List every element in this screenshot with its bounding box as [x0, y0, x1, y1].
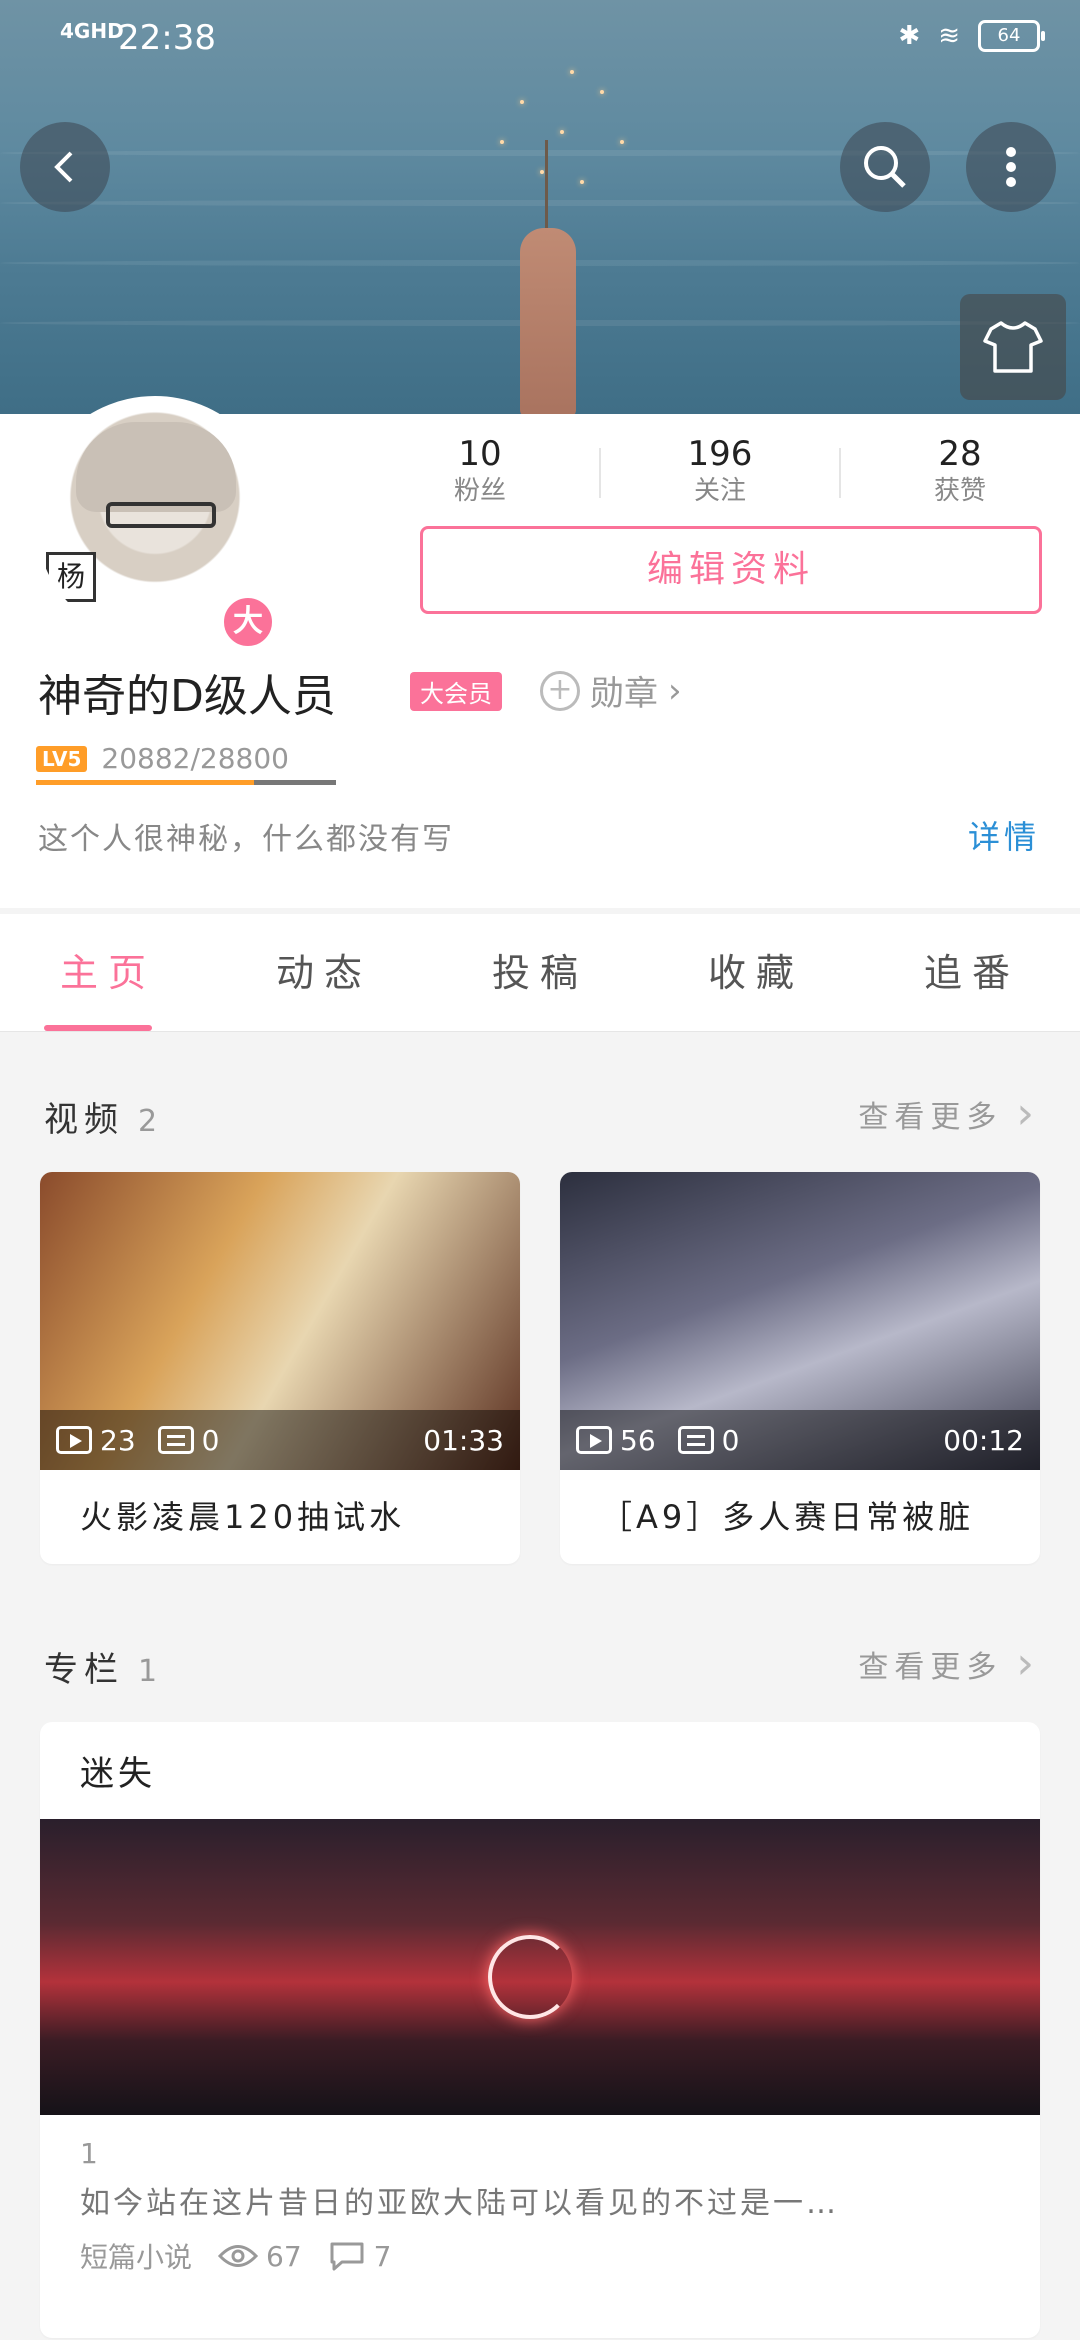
- tab-submissions[interactable]: 投稿: [492, 914, 588, 1031]
- tab-dynamic[interactable]: 动态: [276, 914, 372, 1031]
- article-comments: 7: [373, 2239, 392, 2273]
- stat-following[interactable]: 196 关注: [640, 434, 800, 507]
- tab-indicator: [43, 1025, 152, 1031]
- level-info: LV5 20882/28800: [36, 742, 289, 775]
- stat-likes[interactable]: 28 获赞: [880, 434, 1040, 507]
- exp-progress-fill: [36, 780, 254, 785]
- videos-count: 2: [138, 1104, 158, 1139]
- article-category: 短篇小说: [80, 2241, 193, 2274]
- stat-fans[interactable]: 10 粉丝: [400, 434, 560, 507]
- video-title: ［A9］多人赛日常被脏: [600, 1498, 975, 1536]
- video-duration: 01:33: [423, 1423, 504, 1457]
- videos-more-link[interactable]: 查看更多 ›: [858, 1088, 1040, 1139]
- profile-tabs: 主页 动态 投稿 收藏 追番: [0, 914, 1080, 1032]
- article-snippet: 如今站在这片昔日的亚欧大陆可以看见的不过是一…: [80, 2186, 839, 2221]
- article-title: 迷失: [80, 1754, 156, 1794]
- column-header: 专栏 1: [44, 1642, 157, 1691]
- danmaku-count: 0: [721, 1423, 740, 1457]
- bluetooth-icon: ✱: [898, 21, 921, 51]
- video-card[interactable]: 23 0 01:33 火影凌晨120抽试水: [40, 1172, 520, 1564]
- chevron-right-icon: ›: [668, 670, 682, 711]
- tab-favorites[interactable]: 收藏: [708, 914, 804, 1031]
- profile-stats: 10 粉丝 196 关注 28 获赞: [400, 434, 1040, 507]
- search-icon: [864, 146, 906, 188]
- video-title: 火影凌晨120抽试水: [80, 1498, 406, 1536]
- chevron-right-icon: ›: [1016, 1638, 1040, 1689]
- eye-icon: [218, 2245, 259, 2267]
- danmaku-icon: [157, 1426, 194, 1454]
- comment-icon: [330, 2242, 364, 2271]
- article-meta: 短篇小说 67 7: [40, 2222, 1040, 2290]
- medal-label: 勋章: [590, 674, 658, 714]
- exp-text: 20882/28800: [101, 742, 289, 775]
- details-link[interactable]: 详情: [968, 812, 1040, 858]
- chevron-right-icon: ›: [1016, 1088, 1040, 1139]
- videos-header: 视频 2: [44, 1092, 157, 1141]
- play-count: 23: [100, 1423, 136, 1457]
- danmaku-icon: [677, 1426, 714, 1454]
- column-count: 1: [138, 1654, 158, 1689]
- more-vertical-icon: [1006, 147, 1016, 187]
- video-thumbnail: 23 0 01:33: [40, 1172, 520, 1470]
- videos-title: 视频: [44, 1100, 124, 1140]
- exp-progress-bar: [36, 780, 336, 785]
- article-number: 1: [80, 2137, 98, 2170]
- video-duration: 00:12: [943, 1423, 1024, 1457]
- vip-badge-icon: 大: [220, 594, 276, 650]
- column-title: 专栏: [44, 1650, 124, 1690]
- vip-tag[interactable]: 大会员: [410, 672, 502, 711]
- sparkler: [500, 60, 640, 200]
- medal-link[interactable]: + 勋章 ›: [540, 666, 682, 715]
- bio-text: 这个人很神秘，什么都没有写: [38, 822, 454, 857]
- edit-profile-button[interactable]: 编辑资料: [420, 526, 1042, 614]
- wifi-icon: ≋: [938, 21, 960, 51]
- column-more-link[interactable]: 查看更多 ›: [858, 1638, 1040, 1689]
- tab-home[interactable]: 主页: [43, 914, 156, 1031]
- eclipse-ring: [488, 1935, 572, 2019]
- tab-bangumi[interactable]: 追番: [924, 914, 1020, 1031]
- search-button[interactable]: [840, 122, 930, 212]
- play-count-icon: [576, 1426, 612, 1454]
- article-cover: [40, 1819, 1040, 2115]
- theme-button[interactable]: [960, 294, 1066, 400]
- article-views: 67: [266, 2239, 302, 2273]
- profile-section: 杨 大 10 粉丝 196 关注 28 获赞 编辑资料 神奇的D级人员 大会员 …: [0, 396, 1080, 908]
- back-button[interactable]: [20, 122, 110, 212]
- article-card[interactable]: 迷失 1 如今站在这片昔日的亚欧大陆可以看见的不过是一… 短篇小说 67 7: [40, 1722, 1040, 2338]
- video-card[interactable]: 56 0 00:12 ［A9］多人赛日常被脏: [560, 1172, 1040, 1564]
- danmaku-count: 0: [201, 1423, 220, 1457]
- play-count-icon: [56, 1426, 92, 1454]
- username: 神奇的D级人员: [38, 671, 336, 722]
- shirt-icon: [983, 321, 1043, 373]
- video-thumbnail: 56 0 00:12: [560, 1172, 1040, 1470]
- battery-icon: 64: [978, 20, 1045, 52]
- back-arrow-icon: [54, 151, 73, 183]
- network-indicator: 4GHD: [60, 19, 124, 43]
- avatar-seal: 杨: [46, 552, 96, 602]
- medal-icon: +: [540, 670, 580, 711]
- clock: 22:38: [118, 18, 216, 58]
- more-button[interactable]: [966, 122, 1056, 212]
- play-count: 56: [620, 1423, 656, 1457]
- level-badge: LV5: [36, 745, 88, 772]
- status-bar: 4GHD 22:38 ✱ ≋ 64: [0, 0, 1080, 80]
